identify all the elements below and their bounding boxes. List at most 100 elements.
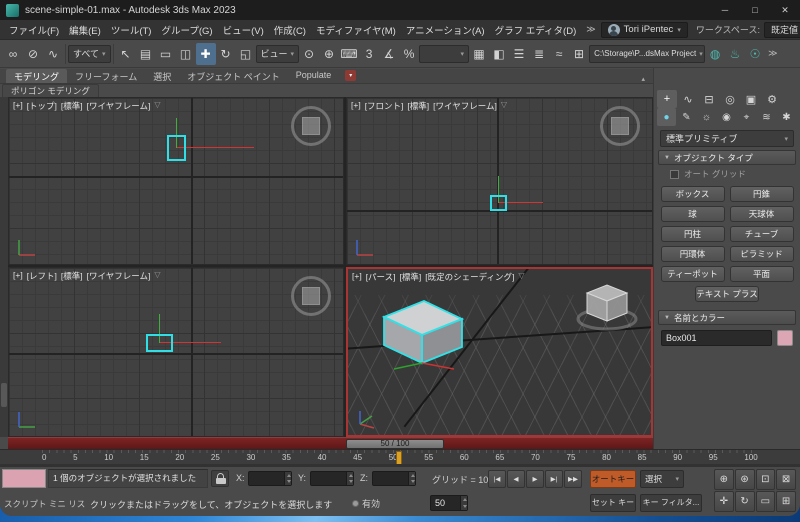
angle-snap-icon[interactable]: ∡ xyxy=(379,43,399,65)
spinner-icon[interactable] xyxy=(408,472,415,485)
go-to-end-button[interactable]: ▶▶ xyxy=(564,470,582,488)
schematic-view-icon[interactable]: ⊞ xyxy=(569,43,589,65)
maximize-viewport-toggle-button[interactable]: ⊞ xyxy=(776,491,796,512)
object-type-button[interactable]: 平面 xyxy=(730,266,794,282)
ruler-tick[interactable]: 55 xyxy=(424,453,433,462)
viewport-filter-icon[interactable]: ▽ xyxy=(518,271,524,283)
object-name-field[interactable]: Box001 xyxy=(661,330,772,346)
maxscript-macro-recorder-field[interactable] xyxy=(2,469,46,488)
menu-item[interactable]: ビュー(V) xyxy=(218,23,269,37)
lights-category-icon[interactable]: ☼ xyxy=(697,108,716,126)
viewport-per-label[interactable]: [標準] xyxy=(400,271,422,283)
track-bar[interactable]: 0510152025303540455055606570758085909510… xyxy=(0,449,800,467)
ruler-tick[interactable]: 100 xyxy=(744,453,757,462)
viewcube[interactable] xyxy=(600,106,640,146)
systems-category-icon[interactable]: ✱ xyxy=(777,108,796,126)
adaptive-degradation-toggle[interactable]: 有効 xyxy=(352,497,380,510)
viewport-shading-label[interactable]: [ワイヤフレーム] xyxy=(433,100,497,112)
name-color-rollout-header[interactable]: ▼ 名前とカラー xyxy=(658,310,796,325)
menu-item[interactable]: アニメーション(A) xyxy=(401,23,490,37)
strip-scroll-thumb[interactable] xyxy=(1,383,7,407)
y-coord-field[interactable] xyxy=(310,471,354,486)
workspace-selector[interactable]: 既定値 ▾ xyxy=(764,22,800,38)
named-selection-sets-dropdown[interactable]: ▾ xyxy=(419,45,469,63)
ribbon-tab[interactable]: フリーフォーム xyxy=(67,69,145,83)
rectangular-selection-region-icon[interactable]: ▭ xyxy=(156,43,176,65)
object-type-button[interactable]: テキスト プラス xyxy=(695,286,759,302)
viewport-left[interactable]: [+] [レフト] [標準] [ワイヤフレーム] ▽ xyxy=(8,267,344,437)
select-by-name-icon[interactable]: ▤ xyxy=(136,43,156,65)
viewport-shading-label[interactable]: [ワイヤフレーム] xyxy=(87,270,151,282)
viewport-perspective-active[interactable]: [+] [パース] [標準] [既定のシェーディング] ▽ xyxy=(346,267,653,437)
select-and-move-icon[interactable]: ✚ xyxy=(196,43,216,65)
ribbon-tab[interactable]: オブジェクト ペイント xyxy=(179,69,288,83)
set-key-button[interactable]: セット キー xyxy=(590,494,636,512)
box001-object[interactable] xyxy=(146,334,173,352)
maximize-button[interactable]: □ xyxy=(740,0,770,20)
object-type-button[interactable]: 円柱 xyxy=(661,226,725,242)
keyboard-shortcut-override-icon[interactable]: ⌨ xyxy=(339,43,359,65)
object-type-button[interactable]: チューブ xyxy=(730,226,794,242)
display-tab-icon[interactable]: ▣ xyxy=(741,90,761,108)
box001-object[interactable] xyxy=(167,135,186,161)
selected-key-set-dropdown[interactable]: 選択 ▾ xyxy=(640,470,684,488)
selection-filter-dropdown[interactable]: すべて ▾ xyxy=(68,45,111,63)
ruler-tick[interactable]: 30 xyxy=(246,453,255,462)
viewport-menu-plus[interactable]: [+] xyxy=(352,271,362,283)
select-and-link-icon[interactable]: ∞ xyxy=(3,43,23,65)
viewport-shading-label[interactable]: [既定のシェーディング] xyxy=(425,271,514,283)
key-filters-button[interactable]: キー フィルタ... xyxy=(640,494,702,512)
ruler-tick[interactable]: 35 xyxy=(282,453,291,462)
object-type-button[interactable]: 円環体 xyxy=(661,246,725,262)
ribbon-tab[interactable]: Populate xyxy=(288,69,340,83)
ruler-tick[interactable]: 20 xyxy=(175,453,184,462)
mirror-icon[interactable]: ◧ xyxy=(489,43,509,65)
move-gizmo-x-axis[interactable] xyxy=(176,147,254,148)
ruler-tick[interactable]: 75 xyxy=(567,453,576,462)
ruler-tick[interactable]: 5 xyxy=(73,453,77,462)
viewport-front[interactable]: [+] [フロント] [標準] [ワイヤフレーム] ▽ xyxy=(346,97,653,265)
viewport-pov-label[interactable]: [フロント] xyxy=(365,100,404,112)
toggle-layer-explorer-icon[interactable]: ≣ xyxy=(529,43,549,65)
menu-item[interactable]: ファイル(F) xyxy=(4,23,64,37)
object-type-rollout-header[interactable]: ▼ オブジェクト タイプ xyxy=(658,150,796,165)
menu-item[interactable]: モディファイヤ(M) xyxy=(311,23,401,37)
current-frame-marker[interactable] xyxy=(396,451,402,465)
ribbon-tab[interactable]: モデリング xyxy=(6,69,67,83)
ruler-tick[interactable]: 25 xyxy=(211,453,220,462)
menu-item[interactable]: 編集(E) xyxy=(64,23,106,37)
toolbar-overflow-icon[interactable]: ≫ xyxy=(765,48,780,59)
orbit-button[interactable]: ↻ xyxy=(735,491,755,512)
zoom-all-button[interactable]: ⊛ xyxy=(735,469,755,490)
curve-editor-icon[interactable]: ≈ xyxy=(549,43,569,65)
viewcube[interactable] xyxy=(291,276,331,316)
ruler-tick[interactable]: 80 xyxy=(602,453,611,462)
box001-object[interactable] xyxy=(376,291,472,375)
cameras-category-icon[interactable]: ◉ xyxy=(717,108,736,126)
select-and-manipulate-icon[interactable]: ⊕ xyxy=(319,43,339,65)
menu-item[interactable]: ツール(T) xyxy=(106,23,157,37)
object-type-button[interactable]: 円錐 xyxy=(730,186,794,202)
viewport-filter-icon[interactable]: ▽ xyxy=(501,100,507,112)
viewport-per-label[interactable]: [標準] xyxy=(407,100,429,112)
hierarchy-tab-icon[interactable]: ⊟ xyxy=(699,90,719,108)
zoom-extents-all-button[interactable]: ⊠ xyxy=(776,469,796,490)
user-account-button[interactable]: Tori iPentec ▾ xyxy=(601,22,688,38)
menu-item[interactable]: 作成(C) xyxy=(269,23,311,37)
object-color-swatch[interactable] xyxy=(777,330,793,346)
zoom-extents-button[interactable]: ⊡ xyxy=(756,469,776,490)
maxscript-mini-listener-label[interactable]: スクリプト ミニ リス xyxy=(4,498,85,510)
modify-tab-icon[interactable]: ∿ xyxy=(678,90,698,108)
pan-button[interactable]: ✛ xyxy=(714,491,734,512)
time-slider-handle[interactable]: 50 / 100 xyxy=(346,439,444,449)
utilities-tab-icon[interactable]: ⚙ xyxy=(762,90,782,108)
render-setup-icon[interactable]: ♨ xyxy=(725,43,745,65)
viewport-filter-icon[interactable]: ▽ xyxy=(154,100,160,112)
minimize-button[interactable]: ─ xyxy=(710,0,740,20)
select-object-icon[interactable]: ↖ xyxy=(116,43,136,65)
ruler-tick[interactable]: 0 xyxy=(42,453,46,462)
viewport-per-label[interactable]: [標準] xyxy=(61,270,83,282)
use-pivot-point-center-icon[interactable]: ⊙ xyxy=(299,43,319,65)
viewport-per-label[interactable]: [標準] xyxy=(61,100,83,112)
object-type-button[interactable]: 球 xyxy=(661,206,725,222)
